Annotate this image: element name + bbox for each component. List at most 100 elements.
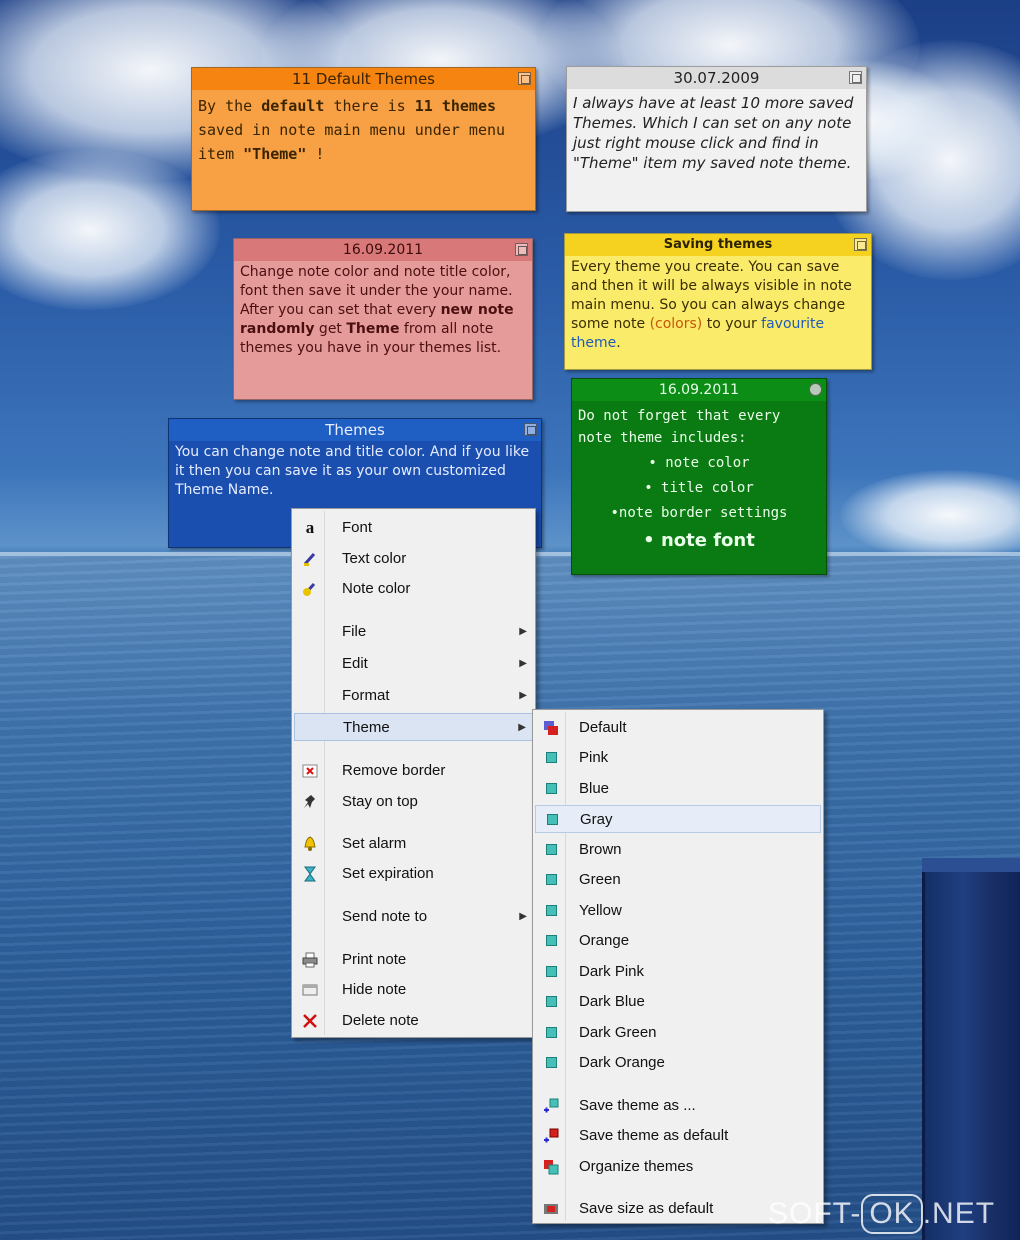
- menu-item-send-note-to[interactable]: Send note to ▶: [294, 903, 533, 931]
- menu-item-label: Pink: [579, 749, 609, 766]
- note-green[interactable]: 16.09.2011 Do not forget that every note…: [571, 378, 827, 575]
- menu-item-set-expiration[interactable]: Set expiration: [294, 860, 533, 888]
- menu-item-text-color[interactable]: Text color: [294, 545, 533, 573]
- delete-icon: [302, 1013, 318, 1029]
- note-title[interactable]: 16.09.2011: [234, 239, 532, 261]
- note-body[interactable]: Every theme you create. You can save and…: [565, 256, 871, 357]
- menu-item-label: Save theme as default: [579, 1127, 729, 1144]
- menu-item-stay-on-top[interactable]: Stay on top: [294, 788, 533, 816]
- menu-item-label: Remove border: [342, 762, 446, 779]
- bell-icon: [302, 836, 318, 852]
- watermark-box-text: OK: [861, 1194, 923, 1234]
- menu-item-label: Save theme as ...: [579, 1097, 696, 1114]
- note-title[interactable]: Saving themes: [565, 234, 871, 256]
- note-title[interactable]: 16.09.2011: [572, 379, 826, 401]
- note-menu-button[interactable]: [515, 243, 528, 256]
- note-text: Do not forget that every note theme incl…: [578, 408, 781, 446]
- note-body[interactable]: I always have at least 10 more saved The…: [567, 89, 866, 177]
- note-title[interactable]: 30.07.2009: [567, 67, 866, 89]
- note-text-bold: Theme: [346, 321, 400, 337]
- menu-item-label: Brown: [579, 841, 622, 858]
- note-body[interactable]: Change note color and note title color, …: [234, 261, 532, 362]
- menu-item-label: File: [342, 623, 367, 640]
- note-text-bold: default: [261, 97, 325, 115]
- menu-item-label: Dark Green: [579, 1024, 657, 1041]
- menu-item-label: Orange: [579, 932, 630, 949]
- note-title[interactable]: 11 Default Themes: [192, 68, 535, 90]
- note-menu-button[interactable]: [524, 423, 537, 436]
- note-bullet-list: • note color • title color •note border …: [578, 451, 820, 556]
- menu-item-label: Default: [579, 719, 627, 736]
- menu-item-hide-note[interactable]: Hide note: [294, 976, 533, 1004]
- menu-item-label: Font: [342, 519, 373, 536]
- menu-item-label: Yellow: [579, 902, 622, 919]
- menu-item-label: Organize themes: [579, 1158, 694, 1175]
- watermark-text: SOFT-: [768, 1197, 862, 1230]
- theme-item-default[interactable]: Default: [535, 714, 821, 742]
- note-menu-button[interactable]: [854, 238, 867, 251]
- theme-item-orange[interactable]: Orange: [535, 927, 821, 955]
- menu-item-label: Hide note: [342, 981, 407, 998]
- list-item: •note border settings: [610, 505, 788, 521]
- menu-item-remove-border[interactable]: Remove border: [294, 757, 533, 785]
- note-body[interactable]: By the default there is 11 themes saved …: [192, 90, 535, 170]
- note-close-button[interactable]: [809, 383, 822, 396]
- save-theme-icon: [543, 1098, 559, 1114]
- note-menu-button[interactable]: [849, 71, 862, 84]
- hourglass-icon: [302, 866, 318, 882]
- note-text-bold: 11 themes: [414, 97, 497, 115]
- theme-item-dark-pink[interactable]: Dark Pink: [535, 958, 821, 986]
- note-text-orange: (colors): [649, 316, 703, 332]
- note-body[interactable]: Do not forget that every note theme incl…: [572, 401, 826, 560]
- note-menu-button[interactable]: [518, 72, 531, 85]
- note-orange[interactable]: 11 Default Themes By the default there i…: [191, 67, 536, 211]
- theme-item-pink[interactable]: Pink: [535, 744, 821, 772]
- pin-icon: [302, 794, 318, 810]
- note-title[interactable]: Themes: [169, 419, 541, 441]
- note-body[interactable]: You can change note and title color. And…: [169, 441, 541, 504]
- list-item: • note color: [648, 455, 750, 471]
- menu-item-note-color[interactable]: Note color: [294, 575, 533, 603]
- note-title-text: 16.09.2011: [342, 242, 424, 258]
- theme-color-icon: [543, 842, 559, 858]
- theme-color-icon: [543, 994, 559, 1010]
- menu-item-label: Dark Blue: [579, 993, 645, 1010]
- theme-item-blue[interactable]: Blue: [535, 775, 821, 803]
- theme-item-yellow[interactable]: Yellow: [535, 897, 821, 925]
- menu-item-save-theme-as-default[interactable]: Save theme as default: [535, 1122, 821, 1150]
- menu-item-file[interactable]: File ▶: [294, 618, 533, 646]
- menu-item-theme[interactable]: Theme ▶: [294, 713, 533, 741]
- menu-item-format[interactable]: Format ▶: [294, 682, 533, 710]
- note-gray[interactable]: 30.07.2009 I always have at least 10 mor…: [566, 66, 867, 212]
- menu-item-organize-themes[interactable]: Organize themes: [535, 1153, 821, 1181]
- menu-item-set-alarm[interactable]: Set alarm: [294, 830, 533, 858]
- menu-item-edit[interactable]: Edit ▶: [294, 650, 533, 678]
- menu-item-label: Delete note: [342, 1012, 419, 1029]
- theme-item-dark-orange[interactable]: Dark Orange: [535, 1049, 821, 1077]
- theme-item-dark-blue[interactable]: Dark Blue: [535, 988, 821, 1016]
- theme-color-icon: [543, 933, 559, 949]
- submenu-arrow-icon: ▶: [519, 911, 527, 922]
- menu-item-font[interactable]: a Font: [294, 514, 533, 542]
- note-pink[interactable]: 16.09.2011 Change note color and note ti…: [233, 238, 533, 400]
- list-item: • note font: [643, 530, 755, 551]
- theme-item-gray[interactable]: Gray: [535, 805, 821, 833]
- theme-item-green[interactable]: Green: [535, 866, 821, 894]
- note-title-text: Themes: [325, 421, 385, 439]
- watermark-text: .NET: [922, 1197, 996, 1230]
- theme-item-brown[interactable]: Brown: [535, 836, 821, 864]
- menu-item-print-note[interactable]: Print note: [294, 946, 533, 974]
- note-text: there is: [324, 97, 415, 115]
- menu-item-delete-note[interactable]: Delete note: [294, 1007, 533, 1035]
- note-title-text: 11 Default Themes: [292, 70, 435, 88]
- note-color-icon: [302, 581, 318, 597]
- remove-border-icon: [302, 763, 318, 779]
- note-text: !: [306, 145, 325, 163]
- printer-icon: [302, 952, 318, 968]
- text-color-icon: [302, 551, 318, 567]
- menu-item-save-theme-as[interactable]: Save theme as ...: [535, 1092, 821, 1120]
- theme-item-dark-green[interactable]: Dark Green: [535, 1019, 821, 1047]
- note-text: .: [616, 335, 621, 351]
- note-text: get: [314, 321, 347, 337]
- note-yellow[interactable]: Saving themes Every theme you create. Yo…: [564, 233, 872, 370]
